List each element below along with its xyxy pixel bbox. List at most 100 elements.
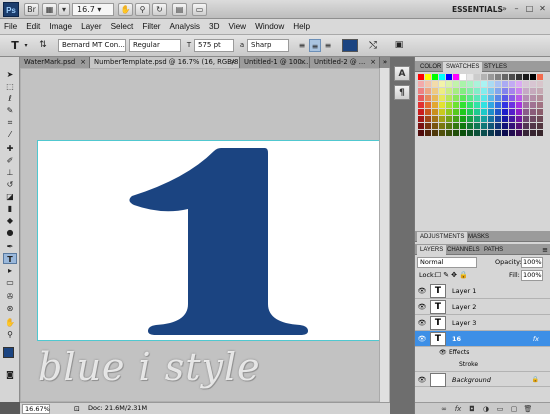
color-swatch[interactable] xyxy=(530,109,536,115)
color-swatch[interactable] xyxy=(488,95,494,101)
eye-icon[interactable]: 👁 xyxy=(417,375,427,385)
color-swatch[interactable] xyxy=(460,109,466,115)
close-tab-icon[interactable]: × xyxy=(370,57,376,68)
tool-preset-type-icon[interactable]: T xyxy=(8,39,22,52)
color-swatch[interactable] xyxy=(446,102,452,108)
color-swatch[interactable] xyxy=(467,102,473,108)
color-swatch[interactable] xyxy=(530,95,536,101)
tab-masks[interactable]: MASKS xyxy=(465,232,492,242)
color-swatch[interactable] xyxy=(502,95,508,101)
color-swatch[interactable] xyxy=(530,116,536,122)
color-swatch[interactable] xyxy=(495,81,501,87)
color-swatch[interactable] xyxy=(467,116,473,122)
color-swatch[interactable] xyxy=(474,95,480,101)
tab-adjustments[interactable]: ADJUSTMENTS xyxy=(417,232,468,242)
color-swatch[interactable] xyxy=(516,88,522,94)
tab-untitled-1[interactable]: Untitled-1 @ 100... × xyxy=(240,57,310,68)
color-swatch[interactable] xyxy=(509,123,515,129)
color-swatch[interactable] xyxy=(446,116,452,122)
color-swatch[interactable] xyxy=(439,95,445,101)
mini-bridge-icon[interactable]: ▦ xyxy=(42,3,57,16)
tab-paths[interactable]: PATHS xyxy=(481,245,506,255)
color-swatch[interactable] xyxy=(481,102,487,108)
color-swatch[interactable] xyxy=(432,88,438,94)
tab-swatches[interactable]: SWATCHES xyxy=(443,62,483,72)
opacity-field[interactable]: 100% xyxy=(521,257,543,268)
layer-row-selected[interactable]: 👁 T 16 fx xyxy=(415,331,550,347)
color-swatch[interactable] xyxy=(488,74,494,80)
quick-mask-icon[interactable]: ◙ xyxy=(3,369,17,380)
color-swatch[interactable] xyxy=(425,102,431,108)
color-swatch[interactable] xyxy=(453,116,459,122)
color-swatch[interactable] xyxy=(523,88,529,94)
color-swatch[interactable] xyxy=(432,116,438,122)
color-swatch[interactable] xyxy=(523,81,529,87)
color-swatch[interactable] xyxy=(425,123,431,129)
menu-layer[interactable]: Layer xyxy=(81,22,101,31)
color-swatch[interactable] xyxy=(460,88,466,94)
color-swatch[interactable] xyxy=(537,102,543,108)
color-swatch[interactable] xyxy=(446,74,452,80)
color-swatch[interactable] xyxy=(537,95,543,101)
menu-select[interactable]: Select xyxy=(111,22,134,31)
color-swatch[interactable] xyxy=(418,74,424,80)
maximize-icon[interactable]: □ xyxy=(523,3,536,15)
color-swatch[interactable] xyxy=(425,109,431,115)
color-swatch[interactable] xyxy=(460,116,466,122)
color-swatch[interactable] xyxy=(481,95,487,101)
tab-numbertemplate[interactable]: NumberTemplate.psd @ 16.7% (16, RGB/8) *… xyxy=(90,57,240,68)
color-swatch[interactable] xyxy=(446,95,452,101)
color-swatch[interactable] xyxy=(446,81,452,87)
3d-rotate-tool-icon[interactable]: ✇ xyxy=(3,291,17,302)
close-tab-icon[interactable]: × xyxy=(230,57,236,68)
color-swatch[interactable] xyxy=(530,130,536,136)
status-zoom-field[interactable]: 16.67% xyxy=(22,404,50,414)
status-info-icon[interactable]: ⊡ xyxy=(74,404,80,414)
color-swatch[interactable] xyxy=(523,130,529,136)
color-swatch[interactable] xyxy=(488,88,494,94)
color-swatch[interactable] xyxy=(495,95,501,101)
color-swatch[interactable] xyxy=(502,123,508,129)
color-swatch[interactable] xyxy=(537,88,543,94)
color-swatch[interactable] xyxy=(474,81,480,87)
gradient-tool-icon[interactable]: ▮ xyxy=(3,203,17,214)
color-swatch[interactable] xyxy=(432,81,438,87)
text-color-swatch[interactable] xyxy=(342,39,358,52)
hand-icon[interactable]: ✋ xyxy=(118,3,133,16)
color-swatch[interactable] xyxy=(509,116,515,122)
color-swatch[interactable] xyxy=(439,102,445,108)
color-swatch[interactable] xyxy=(474,123,480,129)
color-swatch[interactable] xyxy=(460,81,466,87)
menu-help[interactable]: Help xyxy=(293,22,310,31)
blend-mode-select[interactable]: Normal xyxy=(417,257,477,268)
link-layers-icon[interactable]: ∞ xyxy=(439,404,449,414)
color-swatch[interactable] xyxy=(418,95,424,101)
color-swatch[interactable] xyxy=(523,116,529,122)
color-swatch[interactable] xyxy=(495,130,501,136)
color-swatch[interactable] xyxy=(425,88,431,94)
color-swatch[interactable] xyxy=(530,74,536,80)
color-swatch[interactable] xyxy=(488,102,494,108)
color-swatch[interactable] xyxy=(474,74,480,80)
color-swatch[interactable] xyxy=(516,116,522,122)
color-swatch[interactable] xyxy=(502,116,508,122)
color-swatch[interactable] xyxy=(530,123,536,129)
eye-icon[interactable]: 👁 xyxy=(417,286,427,296)
color-swatch[interactable] xyxy=(537,74,543,80)
color-swatch[interactable] xyxy=(453,74,459,80)
pen-tool-icon[interactable]: ✒ xyxy=(3,241,17,252)
document-canvas[interactable]: 1 xyxy=(37,140,380,341)
color-swatch[interactable] xyxy=(481,74,487,80)
color-swatch[interactable] xyxy=(453,130,459,136)
color-swatch[interactable] xyxy=(502,81,508,87)
color-swatch[interactable] xyxy=(425,130,431,136)
color-swatch[interactable] xyxy=(530,81,536,87)
move-tool-icon[interactable]: ➤ xyxy=(3,69,17,80)
color-swatch[interactable] xyxy=(418,102,424,108)
color-swatch[interactable] xyxy=(418,88,424,94)
marquee-tool-icon[interactable]: ⬚ xyxy=(3,81,17,92)
color-swatch[interactable] xyxy=(495,102,501,108)
menu-image[interactable]: Image xyxy=(49,22,72,31)
color-swatch[interactable] xyxy=(481,81,487,87)
layer-row[interactable]: 👁 T Layer 1 xyxy=(415,283,550,299)
